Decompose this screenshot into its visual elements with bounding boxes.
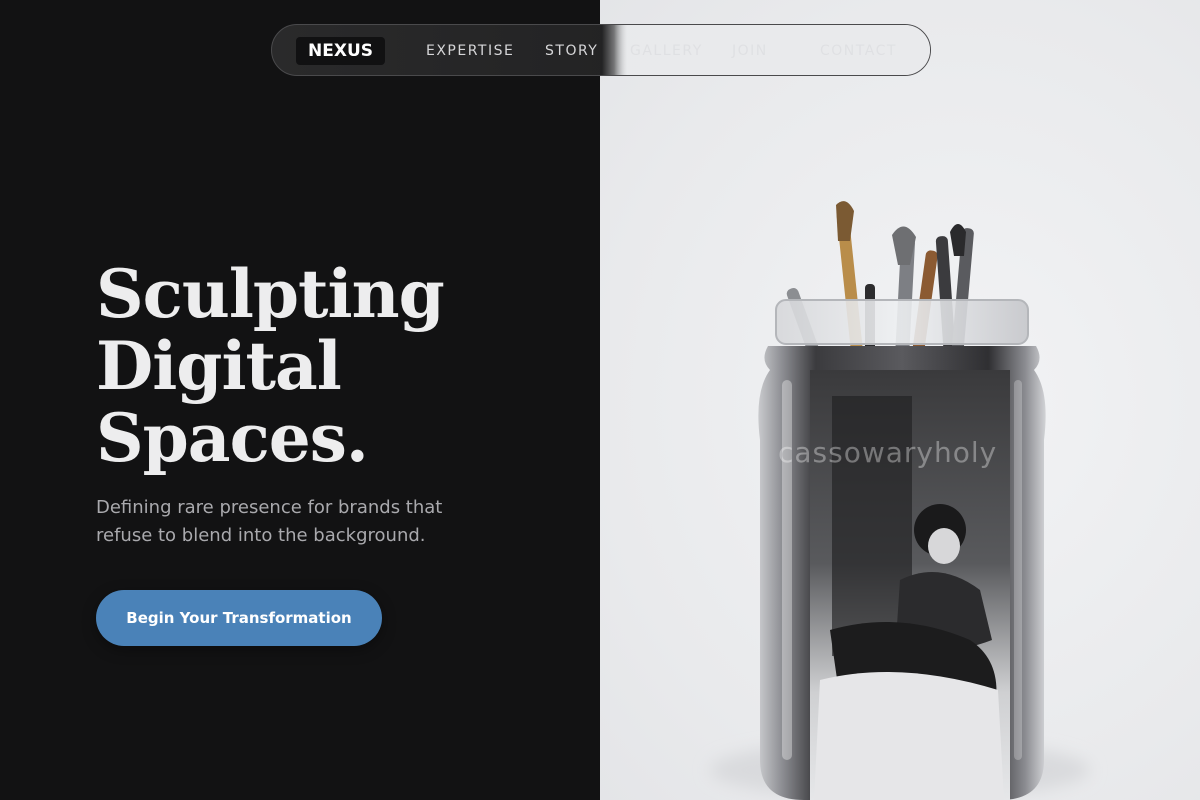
hero-subtitle: Defining rare presence for brands that r… bbox=[96, 497, 443, 546]
begin-transformation-button[interactable]: Begin Your Transformation bbox=[96, 590, 382, 646]
image-watermark: cassowaryholy bbox=[778, 436, 998, 469]
brand-logo[interactable]: NEXUS bbox=[296, 37, 385, 65]
headline-line-3: Spaces. bbox=[96, 399, 369, 477]
hero-headline: Sculpting Digital Spaces. bbox=[96, 255, 445, 477]
nav-link-join[interactable]: JOIN bbox=[732, 42, 768, 60]
nav-link-expertise[interactable]: EXPERTISE bbox=[426, 42, 514, 60]
headline-line-1: Sculpting bbox=[96, 255, 445, 333]
nav-link-gallery[interactable]: GALLERY bbox=[630, 42, 703, 60]
headline-line-2: Digital bbox=[96, 327, 342, 405]
nav-link-contact[interactable]: CONTACT bbox=[820, 42, 897, 60]
jar-with-brushes-image bbox=[710, 201, 1090, 800]
hero-image-panel: cassowaryholy bbox=[600, 0, 1200, 800]
page: cassowaryholy NEXUS EXPERTISE STORY GALL… bbox=[0, 0, 1200, 800]
top-nav: NEXUS EXPERTISE STORY GALLERY JOIN CONTA… bbox=[271, 24, 931, 76]
nav-link-story[interactable]: STORY bbox=[545, 42, 598, 60]
